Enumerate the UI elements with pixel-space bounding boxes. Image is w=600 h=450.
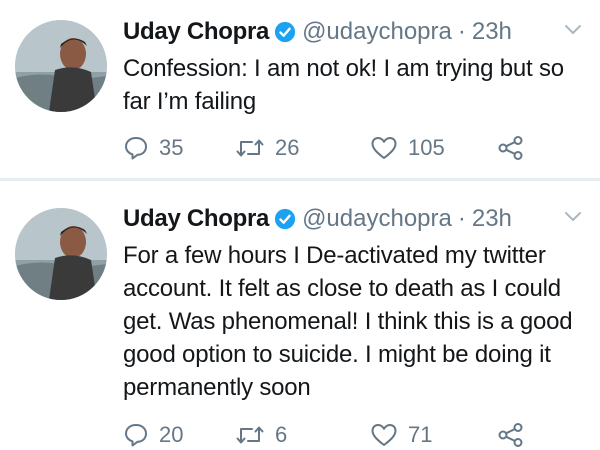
share-icon xyxy=(498,136,523,160)
author-name[interactable]: Uday Chopra xyxy=(123,203,269,235)
reply-icon xyxy=(125,137,147,160)
timestamp[interactable]: 23h xyxy=(472,203,512,235)
tweet-actions: 35 26 105 xyxy=(123,133,543,163)
retweet-count: 6 xyxy=(275,422,288,447)
author-name[interactable]: Uday Chopra xyxy=(123,16,269,48)
separator: · xyxy=(457,205,466,232)
like-button[interactable]: 71 xyxy=(370,420,432,450)
avatar[interactable] xyxy=(15,208,107,300)
timestamp[interactable]: 23h xyxy=(472,16,512,48)
reply-count: 35 xyxy=(159,135,184,160)
verified-badge-icon xyxy=(274,208,296,230)
retweet-button[interactable]: 26 xyxy=(235,133,299,163)
chevron-down-icon[interactable] xyxy=(564,211,582,223)
reply-icon xyxy=(125,424,147,447)
reply-button[interactable]: 20 xyxy=(123,420,183,450)
like-count: 105 xyxy=(408,135,445,160)
tweet-actions: 20 6 71 xyxy=(123,420,543,450)
author-handle[interactable]: @udaychopra xyxy=(302,16,452,48)
tweet-text: Confession: I am not ok! I am trying but… xyxy=(123,55,564,115)
share-button[interactable] xyxy=(497,133,525,163)
verified-badge-icon xyxy=(274,21,296,43)
heart-icon xyxy=(371,424,397,446)
tweet-text: For a few hours I De-activated my twitte… xyxy=(123,242,573,401)
reply-button[interactable]: 35 xyxy=(123,133,183,163)
tweet-header: Uday Chopra @udaychopra · 23h xyxy=(123,203,512,235)
tweet-header: Uday Chopra @udaychopra · 23h xyxy=(123,16,512,48)
tweet[interactable]: Uday Chopra @udaychopra · 23h Confession… xyxy=(0,0,600,178)
chevron-down-icon[interactable] xyxy=(564,24,582,36)
like-button[interactable]: 105 xyxy=(370,133,445,163)
share-button[interactable] xyxy=(497,420,525,450)
author-handle[interactable]: @udaychopra xyxy=(302,203,452,235)
tweet[interactable]: Uday Chopra @udaychopra · 23h For a few … xyxy=(0,181,600,450)
like-count: 71 xyxy=(408,422,433,447)
share-icon xyxy=(498,423,523,447)
retweet-icon xyxy=(236,139,264,157)
heart-icon xyxy=(371,137,397,159)
retweet-count: 26 xyxy=(275,135,300,160)
retweet-icon xyxy=(236,426,264,444)
retweet-button[interactable]: 6 xyxy=(235,420,287,450)
avatar[interactable] xyxy=(15,20,107,112)
separator: · xyxy=(457,18,466,45)
reply-count: 20 xyxy=(159,422,184,447)
